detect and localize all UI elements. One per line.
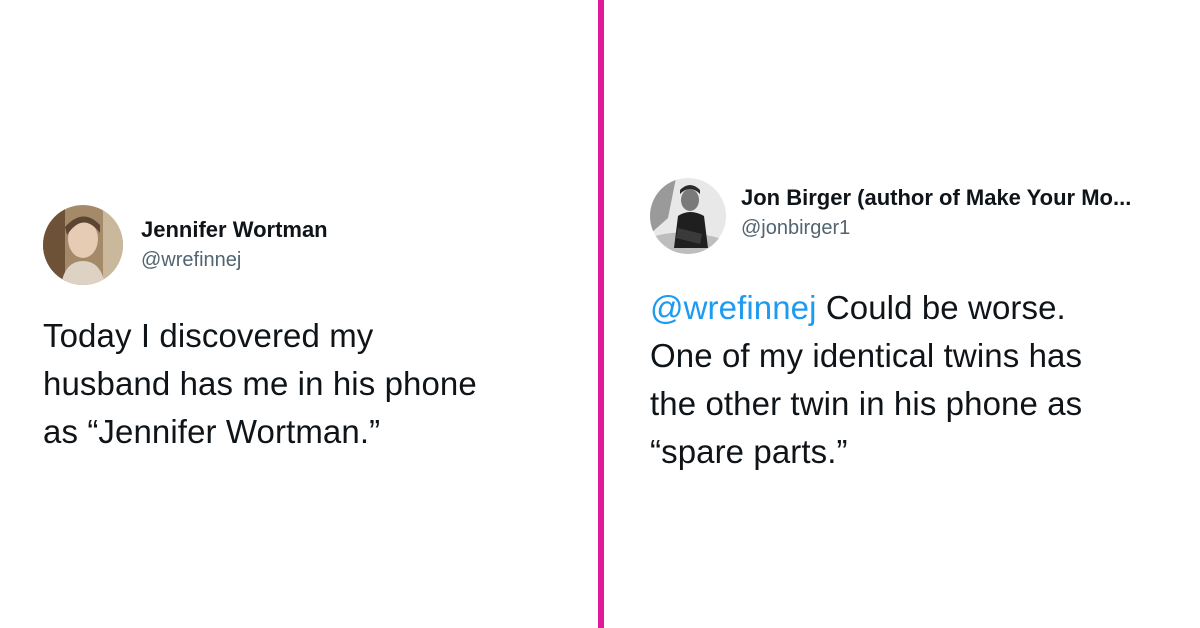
profile-photo-icon (43, 205, 123, 285)
tweet-text: Today I discovered my husband has me in … (43, 312, 563, 456)
tweet-text-line: One of my identical twins has (650, 337, 1083, 374)
avatar[interactable] (650, 178, 726, 254)
tweet-author: Jennifer Wortman @wrefinnej (43, 205, 563, 285)
tweet-text-line: “spare parts.” (650, 433, 848, 470)
avatar[interactable] (43, 205, 123, 285)
tweet-card[interactable]: Jon Birger (author of Make Your Mo... @j… (650, 178, 1180, 476)
author-name[interactable]: Jennifer Wortman (141, 216, 328, 244)
right-panel: Jon Birger (author of Make Your Mo... @j… (604, 0, 1200, 628)
tweet-text: @wrefinnej Could be worse. One of my ide… (650, 284, 1180, 476)
tweet-text-line: the other twin in his phone as (650, 385, 1083, 422)
author-name[interactable]: Jon Birger (author of Make Your Mo... (741, 184, 1131, 212)
tweet-text-fragment: Could be worse. (816, 289, 1066, 326)
tweet-text-line: @wrefinnej Could be worse. (650, 284, 1180, 332)
tweet-card[interactable]: Jennifer Wortman @wrefinnej Today I disc… (43, 205, 563, 456)
author-handle[interactable]: @wrefinnej (141, 246, 328, 274)
left-panel: Jennifer Wortman @wrefinnej Today I disc… (0, 0, 598, 628)
profile-photo-icon (650, 178, 726, 254)
mention-link[interactable]: @wrefinnej (650, 289, 817, 326)
tweet-text-line: Today I discovered my (43, 317, 374, 354)
tweet-text-line: husband has me in his phone (43, 365, 477, 402)
tweet-text-line: as “Jennifer Wortman.” (43, 413, 381, 450)
author-handle[interactable]: @jonbirger1 (741, 214, 1131, 242)
tweet-author: Jon Birger (author of Make Your Mo... @j… (650, 178, 1180, 254)
